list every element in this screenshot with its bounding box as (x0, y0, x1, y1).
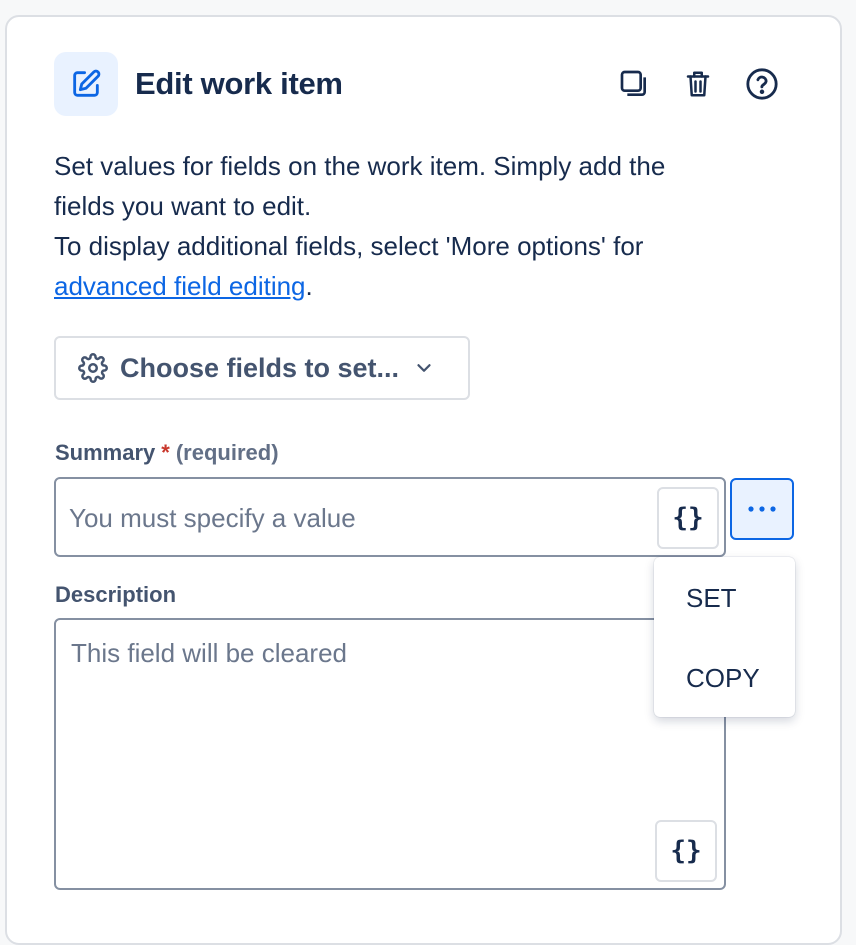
gear-icon (78, 353, 108, 383)
chevron-down-icon (417, 364, 431, 372)
summary-label-text: Summary (55, 440, 156, 465)
duplicate-icon[interactable] (614, 64, 654, 104)
panel-title: Edit work item (135, 66, 343, 101)
edit-icon (54, 52, 118, 116)
choose-fields-button[interactable]: Choose fields to set... (54, 336, 470, 400)
summary-label: Summary * (required) (55, 440, 279, 466)
more-options-menu: SET COPY (654, 557, 795, 717)
advanced-field-editing-link[interactable]: advanced field editing (54, 271, 306, 301)
menu-item-set[interactable]: SET (686, 583, 737, 614)
summary-smart-value-button[interactable]: {} (657, 487, 719, 549)
link-suffix: . (305, 271, 313, 301)
required-marker: * (161, 440, 170, 465)
description-textarea[interactable]: This field will be cleared (54, 618, 726, 890)
more-icon (748, 506, 776, 512)
description-line: To display additional fields, select 'Mo… (54, 231, 644, 261)
required-note: (required) (175, 440, 279, 465)
menu-item-copy[interactable]: COPY (686, 663, 760, 694)
help-icon[interactable] (742, 64, 782, 104)
more-options-button[interactable] (730, 478, 794, 540)
summary-input[interactable]: You must specify a value (54, 477, 726, 557)
description-text: Set values for fields on the work item. … (54, 146, 774, 306)
description-line: fields you want to edit. (54, 191, 312, 221)
description-line: Set values for fields on the work item. … (54, 151, 666, 181)
description-field-label: Description (55, 582, 177, 607)
description-placeholder: This field will be cleared (71, 638, 348, 668)
summary-placeholder: You must specify a value (69, 503, 356, 533)
choose-fields-label: Choose fields to set... (120, 352, 400, 383)
trash-icon[interactable] (678, 64, 718, 104)
description-smart-value-button[interactable]: {} (655, 820, 717, 882)
